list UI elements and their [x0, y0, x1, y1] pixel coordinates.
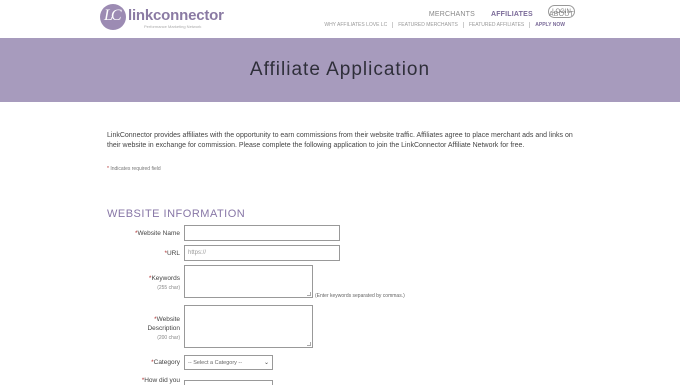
website-name-label: *Website Name — [100, 229, 180, 238]
how-did-you-select[interactable] — [184, 380, 273, 385]
resize-handle[interactable] — [307, 342, 311, 346]
nav-affiliates[interactable]: AFFILIATES — [491, 11, 533, 18]
how-did-you-label: *How did you — [100, 376, 180, 385]
how-did-you-label-text: How did you — [144, 377, 180, 384]
nav-merchants[interactable]: MERCHANTS — [429, 11, 475, 18]
website-name-input[interactable] — [184, 225, 340, 241]
site-header: LC linkconnector Performance Marketing N… — [0, 0, 680, 38]
resize-handle[interactable] — [307, 292, 311, 296]
chevron-down-icon: ⌄ — [263, 360, 269, 366]
logo-mark: LC — [100, 4, 126, 30]
subnav-apply-now[interactable]: APPLY NOW — [529, 22, 570, 28]
page-title: Affiliate Application — [249, 59, 431, 80]
description-label-line1: Website — [156, 316, 180, 323]
logo-mark-text: LC — [104, 7, 122, 24]
description-textarea[interactable] — [184, 305, 313, 348]
category-label: *Category — [100, 358, 180, 367]
website-name-label-text: Website Name — [137, 230, 180, 237]
section-title: WEBSITE INFORMATION — [107, 208, 246, 220]
required-note-text: Indicates required field — [110, 166, 161, 172]
description-label-line2: Description — [147, 325, 180, 332]
logo[interactable]: LC linkconnector Performance Marketing N… — [100, 4, 224, 32]
url-label-text: URL — [166, 250, 180, 257]
keywords-textarea[interactable] — [184, 265, 313, 298]
category-select[interactable]: -- Select a Category -- ⌄ — [184, 355, 273, 370]
intro-text: LinkConnector provides affiliates with t… — [107, 132, 573, 149]
keywords-hint: (Enter keywords separated by commas.) — [315, 293, 405, 299]
category-selected: -- Select a Category -- — [188, 359, 243, 366]
required-star: * — [107, 166, 109, 172]
category-label-text: Category — [153, 359, 180, 366]
subnav-why-affiliates[interactable]: WHY AFFILIATES LOVE LC — [319, 22, 392, 28]
description-limit: (200 char) — [157, 335, 180, 341]
login-button[interactable]: LOGIN — [548, 5, 575, 18]
description-label: *Website Description (200 char) — [100, 315, 180, 343]
keywords-label-text: Keywords — [151, 275, 180, 282]
keywords-label: *Keywords (255 char) — [100, 274, 180, 293]
logo-name: linkconnector — [128, 7, 224, 24]
subnav-featured-merchants[interactable]: FEATURED MERCHANTS — [392, 22, 463, 28]
keywords-limit: (255 char) — [157, 285, 180, 291]
url-input[interactable]: https:// — [184, 245, 340, 261]
subnav-featured-affiliates[interactable]: FEATURED AFFILIATES — [462, 22, 529, 28]
page-banner: Affiliate Application — [0, 38, 680, 102]
required-note: * Indicates required field — [107, 166, 161, 172]
sub-nav: WHY AFFILIATES LOVE LC FEATURED MERCHANT… — [319, 20, 570, 30]
logo-tagline: Performance Marketing Network — [144, 24, 202, 29]
url-label: *URL — [100, 249, 180, 258]
